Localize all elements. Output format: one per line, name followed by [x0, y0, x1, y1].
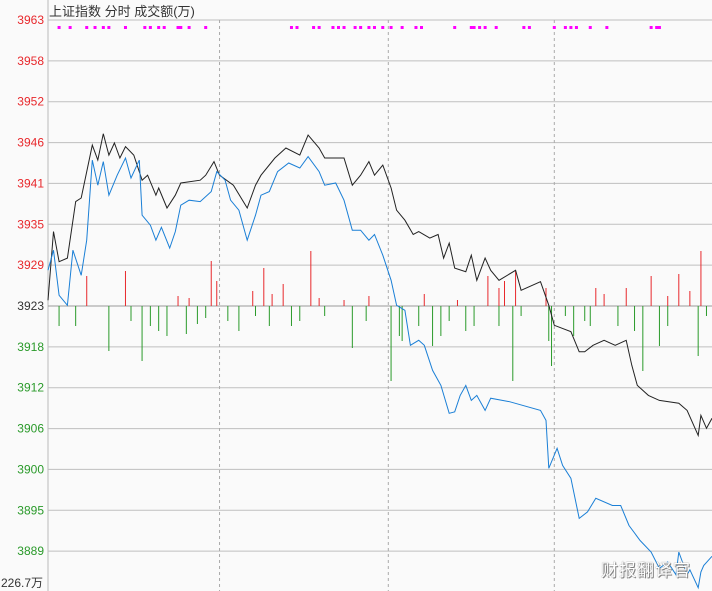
signal-marker: [400, 26, 404, 29]
y-tick-label: 3918: [17, 340, 44, 354]
series-lines: [47, 133, 712, 590]
signal-marker: [478, 26, 482, 29]
chart-title: 上证指数 分时 成交额(万): [49, 4, 195, 19]
signal-marker: [85, 26, 89, 29]
y-tick-label: 3900: [17, 462, 44, 476]
y-tick-label: 3923: [17, 299, 44, 313]
y-tick-label: 3929: [17, 258, 44, 272]
signal-marker: [367, 26, 371, 29]
signal-marker: [68, 26, 72, 29]
signal-marker: [204, 26, 208, 29]
signal-marker: [176, 26, 180, 29]
volume-axis-label: 226.7万: [1, 576, 43, 590]
signal-marker: [101, 26, 105, 29]
y-tick-label: 3946: [17, 136, 44, 150]
signal-marker: [337, 26, 340, 29]
signal-marker: [569, 26, 573, 29]
signal-marker: [574, 26, 578, 29]
signal-marker: [657, 26, 661, 29]
signal-marker: [107, 26, 111, 29]
signal-marker: [187, 26, 191, 29]
y-tick-label: 3889: [17, 544, 44, 558]
signal-marker: [605, 26, 609, 29]
signal-marker: [389, 26, 393, 29]
signal-marker: [563, 26, 567, 29]
signal-marker: [143, 26, 147, 29]
signal-marker: [331, 26, 335, 29]
y-tick-label: 3941: [17, 176, 44, 190]
signal-marker: [472, 26, 476, 29]
signal-marker: [289, 26, 293, 29]
signal-marker: [649, 26, 653, 29]
signal-marker: [414, 26, 418, 29]
y-axis-labels: 3963 3958 3952 3946 3941 3935 3929 3923 3918 3912…: [17, 13, 44, 558]
y-tick-label: 3912: [17, 381, 44, 395]
signal-marker: [93, 26, 97, 29]
signal-marker: [312, 26, 316, 29]
signal-marker: [494, 26, 498, 29]
signal-marker: [372, 26, 376, 29]
signal-marker: [483, 26, 487, 29]
signal-marker: [420, 26, 423, 29]
volume-bars: [58, 251, 707, 381]
signal-marker: [162, 26, 166, 29]
y-tick-label: 3963: [17, 13, 44, 27]
signal-marker: [588, 26, 592, 29]
signal-marker: [295, 26, 299, 29]
series-line-index: [47, 133, 712, 438]
y-tick-label: 3935: [17, 217, 44, 231]
y-tick-label: 3958: [17, 54, 44, 68]
y-tick-label: 3906: [17, 422, 44, 436]
signal-marker: [57, 26, 61, 29]
intraday-chart: 3963 3958 3952 3946 3941 3935 3929 3923 3918 3912…: [1, 0, 712, 591]
signal-marker: [157, 26, 161, 29]
series-line-equal-weight: [47, 155, 712, 590]
signal-markers: [57, 26, 661, 29]
y-tick-label: 3952: [17, 95, 44, 109]
signal-marker: [353, 26, 357, 29]
signal-marker: [527, 26, 531, 29]
signal-marker: [522, 26, 526, 29]
y-tick-label: 3895: [17, 503, 44, 517]
signal-marker: [552, 26, 556, 29]
signal-marker: [655, 26, 659, 29]
signal-marker: [469, 26, 473, 29]
signal-marker: [359, 26, 363, 29]
signal-marker: [179, 26, 183, 29]
signal-marker: [123, 26, 127, 29]
signal-marker: [148, 26, 152, 29]
signal-marker: [453, 26, 457, 29]
grid: [47, 0, 712, 591]
signal-marker: [342, 26, 346, 29]
signal-marker: [381, 26, 385, 29]
watermark: 财报翻译官: [601, 561, 691, 581]
signal-marker: [317, 26, 321, 29]
